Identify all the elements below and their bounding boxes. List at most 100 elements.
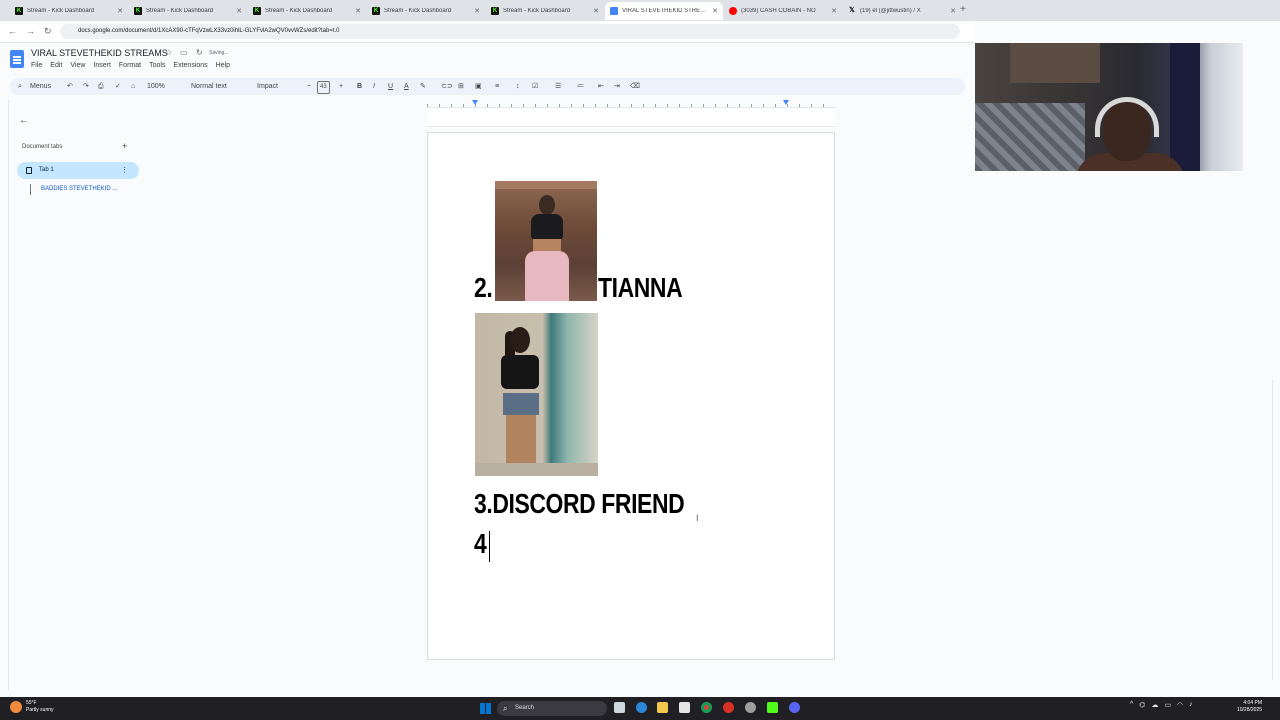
windows-start-icon[interactable] [480, 703, 491, 714]
decrease-indent-icon[interactable]: ⇤ [598, 81, 604, 92]
menu-format[interactable]: Format [119, 62, 141, 69]
insert-image-icon[interactable]: ▣ [475, 81, 482, 92]
clear-formatting-icon[interactable]: ⌫ [630, 81, 640, 92]
task-view-icon[interactable] [614, 702, 625, 713]
kick-app-icon[interactable] [767, 702, 778, 713]
close-icon[interactable]: ✕ [831, 7, 837, 15]
cloud-sync-icon[interactable]: ↻ [196, 48, 203, 57]
increase-font-size-button[interactable]: + [339, 81, 343, 92]
move-folder-icon[interactable]: ▭ [180, 48, 188, 57]
menu-edit[interactable]: Edit [50, 62, 62, 69]
checklist-icon[interactable]: ☑ [532, 81, 538, 92]
list-item-text[interactable]: 3.DISCORD FRIEND [474, 488, 685, 520]
text-color-icon[interactable]: A [404, 81, 409, 92]
decrease-font-size-button[interactable]: − [307, 81, 311, 92]
weather-widget[interactable]: 55°F Partly sunny [10, 700, 54, 714]
browser-tab[interactable]: 𝕏 (19) el (@jittwustin) / X ✕ [843, 2, 961, 20]
address-bar-row: ← → ↻ docs.google.com/document/d/1XcAX90… [0, 21, 975, 43]
list-item-text[interactable]: TIANNA [598, 272, 683, 304]
line-spacing-icon[interactable]: ↕ [516, 81, 520, 92]
undo-icon[interactable]: ↶ [67, 81, 73, 92]
close-icon[interactable]: ✕ [950, 7, 956, 15]
menus-button[interactable]: Menus [30, 81, 51, 92]
browser-tab[interactable]: K Stream - Kick Dashboard ✕ [10, 2, 128, 20]
reload-icon[interactable]: ↻ [44, 26, 52, 37]
left-indent-marker[interactable] [472, 100, 478, 105]
browser-tab[interactable]: K Stream - Kick Dashboard ✕ [248, 2, 366, 20]
embedded-photo[interactable] [495, 181, 597, 301]
browser-tab[interactable]: K Stream - Kick Dashboard ✕ [486, 2, 604, 20]
onedrive-icon[interactable]: ☁ [1151, 701, 1158, 709]
list-item-number[interactable]: 2. [474, 272, 493, 304]
bold-icon[interactable]: B [357, 81, 362, 92]
paint-format-icon[interactable]: ⌂ [131, 81, 135, 92]
font-select[interactable]: Impact [257, 81, 278, 92]
chrome-icon[interactable] [701, 702, 712, 713]
menu-extensions[interactable]: Extensions [173, 62, 207, 69]
browser-tab[interactable]: K Stream - Kick Dashboard ✕ [367, 2, 485, 20]
style-select[interactable]: Normal text [191, 81, 227, 92]
star-icon[interactable]: ☆ [165, 48, 172, 57]
spellcheck-icon[interactable]: ✓ [115, 81, 121, 92]
print-icon[interactable]: ⎙ [98, 81, 104, 92]
close-icon[interactable]: ✕ [593, 7, 599, 15]
search-icon[interactable]: ⌕ [18, 81, 22, 92]
file-explorer-icon[interactable] [657, 702, 668, 713]
taskbar-clock[interactable]: 4:04 PM 10/28/2025 [1232, 700, 1262, 714]
highlight-icon[interactable]: ✎ [420, 81, 426, 92]
sidebar-tab-1[interactable]: Tab 1 ⋮ [17, 162, 139, 179]
add-tab-button[interactable]: + [122, 141, 127, 151]
embedded-photo[interactable] [475, 313, 598, 476]
font-size-input[interactable]: 43 [317, 81, 330, 94]
copilot-icon[interactable] [636, 702, 647, 713]
right-indent-marker[interactable] [783, 100, 789, 105]
menu-tools[interactable]: Tools [149, 62, 165, 69]
battery-icon[interactable]: ▭ [1164, 701, 1171, 709]
wifi-icon[interactable]: ◠ [1177, 701, 1183, 709]
browser-tab-active[interactable]: VIRAL STEVETHEKID STREAMS ✕ [605, 2, 723, 20]
close-icon[interactable]: ✕ [712, 7, 718, 15]
browser-tab[interactable]: K Stream - Kick Dashboard ✕ [129, 2, 247, 20]
new-tab-button[interactable]: + [960, 4, 966, 15]
add-comment-icon[interactable]: ⊞ [458, 81, 464, 92]
close-icon[interactable]: ✕ [117, 7, 123, 15]
underline-icon[interactable]: U [388, 81, 393, 92]
back-icon[interactable]: ← [8, 26, 17, 36]
menu-file[interactable]: File [31, 62, 42, 69]
align-icon[interactable]: ≡ [495, 81, 499, 92]
menu-view[interactable]: View [70, 62, 85, 69]
close-icon[interactable]: ✕ [236, 7, 242, 15]
increase-indent-icon[interactable]: ⇥ [614, 81, 620, 92]
more-options-icon[interactable]: ⋮ [121, 162, 128, 179]
italic-icon[interactable]: I [373, 81, 375, 92]
store-icon[interactable] [679, 702, 690, 713]
outline-item[interactable]: BADDIES STEVETHEKID ... [30, 184, 117, 195]
insert-link-icon[interactable]: ⊂⊃ [441, 81, 453, 92]
back-arrow-icon[interactable]: ← [19, 115, 29, 126]
volume-icon[interactable]: ♪ [1189, 701, 1193, 709]
browser-tab[interactable]: (3039) CASH COBAIN - NO ✕ [724, 2, 842, 20]
app-icon[interactable] [745, 702, 756, 713]
obs-icon[interactable] [723, 702, 734, 713]
google-docs-logo-icon[interactable] [10, 50, 24, 68]
url-input[interactable]: docs.google.com/document/d/1XcAX90-cTFqV… [60, 24, 960, 39]
discord-icon[interactable] [789, 702, 800, 713]
bulleted-list-icon[interactable]: ☰ [555, 81, 561, 92]
forward-icon[interactable]: → [26, 26, 35, 36]
close-icon[interactable]: ✕ [355, 7, 361, 15]
close-icon[interactable]: ✕ [474, 7, 480, 15]
webcam-shelf [1010, 43, 1100, 83]
document-title[interactable]: VIRAL STEVETHEKID STREAMS [31, 48, 168, 58]
numbered-list-icon[interactable]: ≔ [577, 81, 584, 92]
chevron-up-icon[interactable]: ^ [1130, 701, 1133, 709]
redo-icon[interactable]: ↷ [83, 81, 89, 92]
taskbar-search[interactable]: ⌕ Search [497, 701, 607, 716]
scrollbar[interactable] [1272, 380, 1276, 680]
menu-insert[interactable]: Insert [93, 62, 111, 69]
list-item-text[interactable]: 4 [474, 528, 487, 560]
menu-help[interactable]: Help [216, 62, 230, 69]
ruler[interactable] [427, 100, 835, 108]
zoom-select[interactable]: 100% [147, 81, 165, 92]
photo-figure-top [531, 214, 563, 240]
network-icon[interactable]: ⌬ [1139, 701, 1145, 709]
